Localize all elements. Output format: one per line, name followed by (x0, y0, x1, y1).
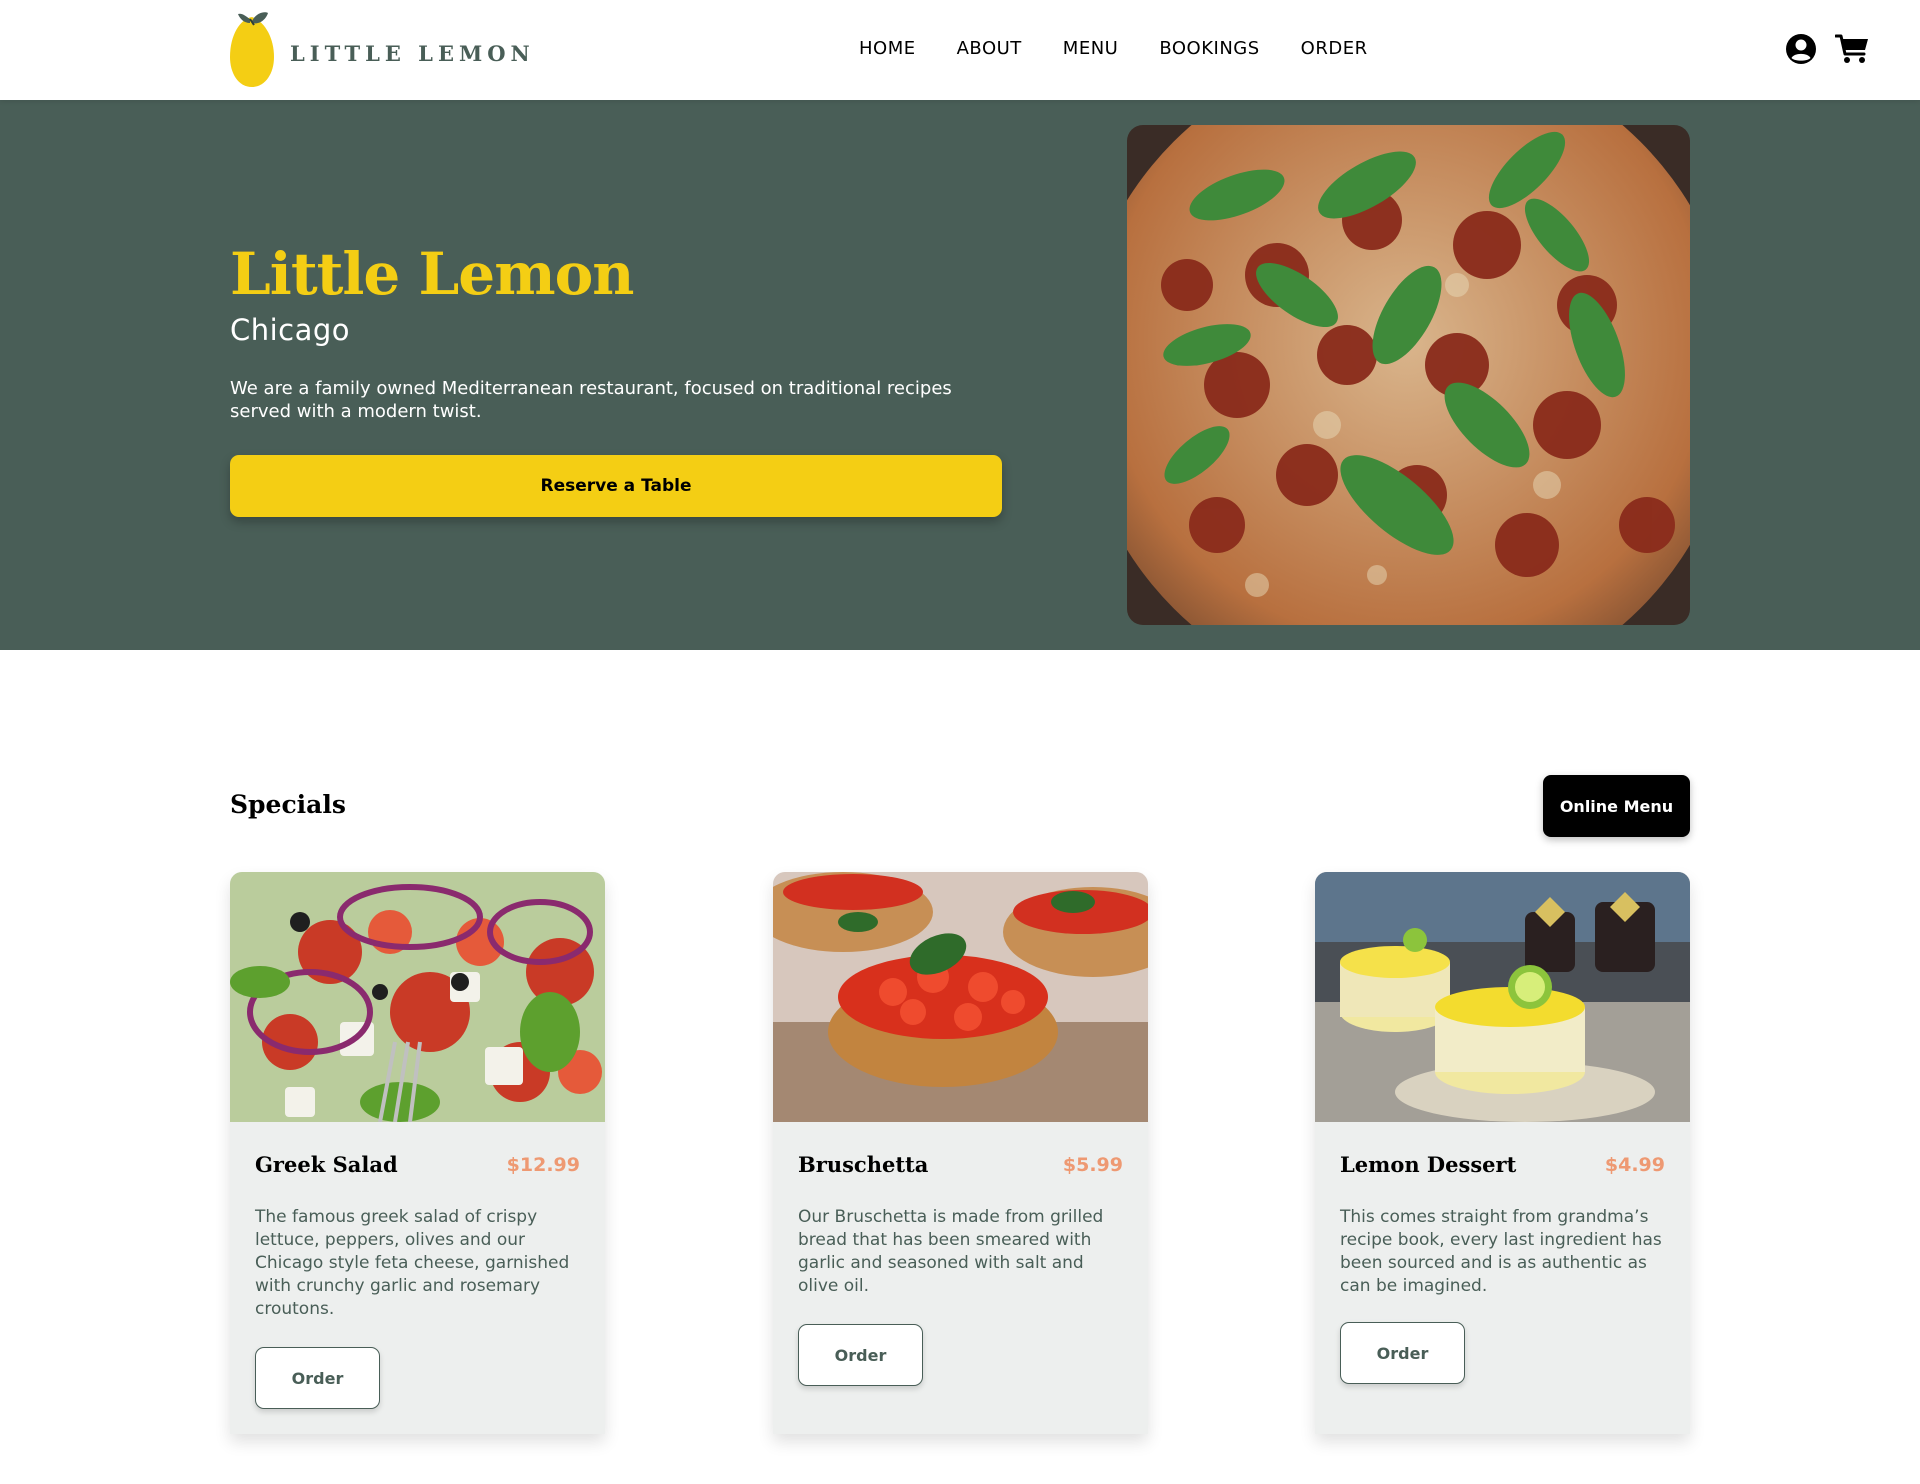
user-icon[interactable] (1785, 33, 1817, 65)
card-title: Lemon Dessert (1340, 1152, 1517, 1177)
order-button[interactable]: Order (798, 1324, 923, 1386)
special-card-greek-salad: Greek Salad $12.99 The famous greek sala… (230, 872, 605, 1434)
hero-description: We are a family owned Mediterranean rest… (230, 378, 952, 422)
greek-salad-image (230, 872, 605, 1122)
card-description: Our Bruschetta is made from grilled brea… (798, 1207, 1104, 1296)
card-price: $5.99 (1062, 1154, 1123, 1176)
nav-order[interactable]: ORDER (1301, 38, 1368, 59)
reserve-table-button[interactable]: Reserve a Table (230, 455, 1002, 517)
header-icons (1785, 33, 1869, 65)
card-description: The famous greek salad of crispy lettuce… (255, 1207, 570, 1319)
nav-about[interactable]: ABOUT (957, 38, 1022, 59)
nav-bookings[interactable]: BOOKINGS (1159, 38, 1259, 59)
lemon-dessert-image (1315, 872, 1690, 1122)
bruschetta-image (773, 872, 1148, 1122)
card-description: This comes straight from grandma’s recip… (1340, 1207, 1662, 1296)
specials-title: Specials (230, 790, 346, 819)
card-price: $12.99 (506, 1154, 580, 1176)
card-title: Greek Salad (255, 1152, 398, 1177)
site-header: LITTLE LEMON HOME ABOUT MENU BOOKINGS OR… (0, 0, 1920, 100)
hero-subtitle: Chicago (230, 313, 351, 347)
online-menu-button[interactable]: Online Menu (1543, 775, 1690, 837)
cart-icon[interactable] (1835, 33, 1869, 65)
special-card-bruschetta: Bruschetta $5.99 Our Bruschetta is made … (773, 872, 1148, 1434)
card-price: $4.99 (1604, 1154, 1665, 1176)
lemon-logo-icon (230, 12, 274, 87)
logo[interactable]: LITTLE LEMON (228, 11, 535, 89)
order-button[interactable]: Order (255, 1347, 380, 1409)
special-card-lemon-dessert: Lemon Dessert $4.99 This comes straight … (1315, 872, 1690, 1434)
hero-section: Little Lemon Chicago We are a family own… (0, 100, 1920, 650)
hero-pizza-image (1127, 125, 1690, 625)
nav-home[interactable]: HOME (859, 38, 916, 59)
order-button[interactable]: Order (1340, 1322, 1465, 1384)
card-title: Bruschetta (798, 1152, 929, 1177)
logo-text: LITTLE LEMON (290, 40, 535, 66)
main-nav: HOME ABOUT MENU BOOKINGS ORDER (859, 38, 1368, 59)
hero-title: Little Lemon (230, 240, 634, 308)
nav-menu[interactable]: MENU (1063, 38, 1119, 59)
